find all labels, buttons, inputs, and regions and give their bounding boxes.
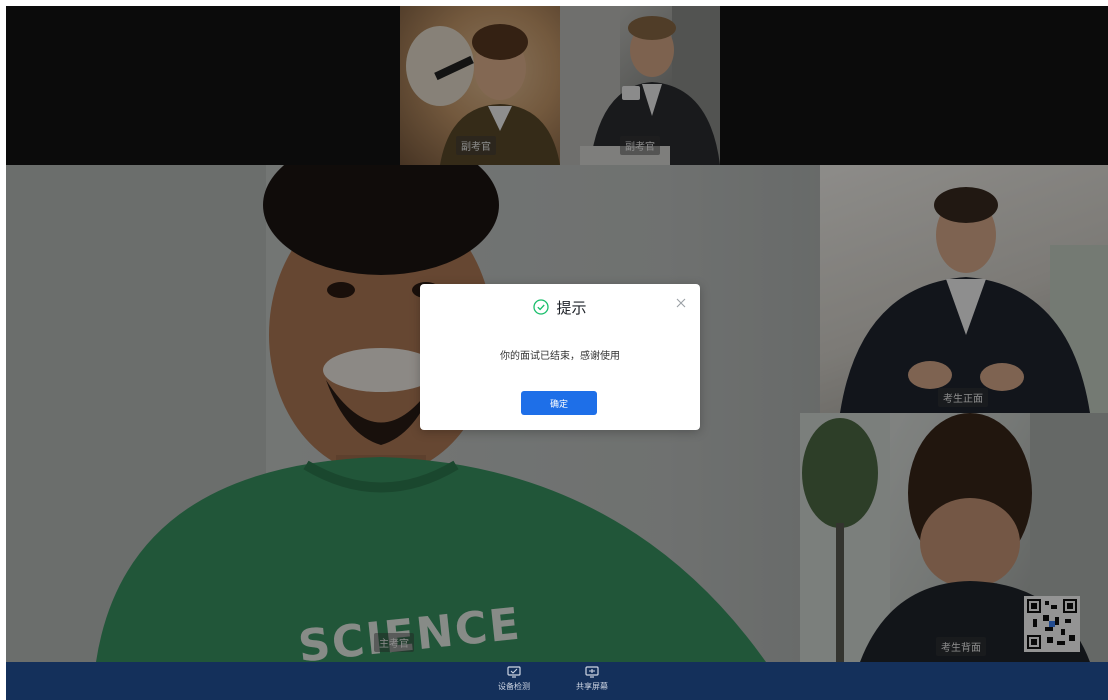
share-screen-button[interactable]: 共享屏幕: [562, 666, 622, 692]
check-circle-icon: [533, 299, 550, 315]
end-interview-dialog: 提示 你的面试已结束，感谢使用 确定: [420, 284, 700, 430]
dialog-message: 你的面试已结束，感谢使用: [500, 351, 620, 362]
device-check-label: 设备检测: [498, 682, 530, 691]
device-check-button[interactable]: 设备检测: [484, 666, 544, 692]
share-screen-label: 共享屏幕: [576, 682, 608, 691]
confirm-button[interactable]: 确定: [521, 391, 597, 415]
dialog-header: 提示: [420, 296, 700, 318]
monitor-check-icon: [507, 666, 521, 678]
bottom-toolbar: 设备检测 共享屏幕: [6, 662, 1108, 700]
share-screen-icon: [585, 666, 599, 678]
dialog-title: 提示: [556, 298, 587, 317]
close-icon[interactable]: [674, 296, 688, 310]
